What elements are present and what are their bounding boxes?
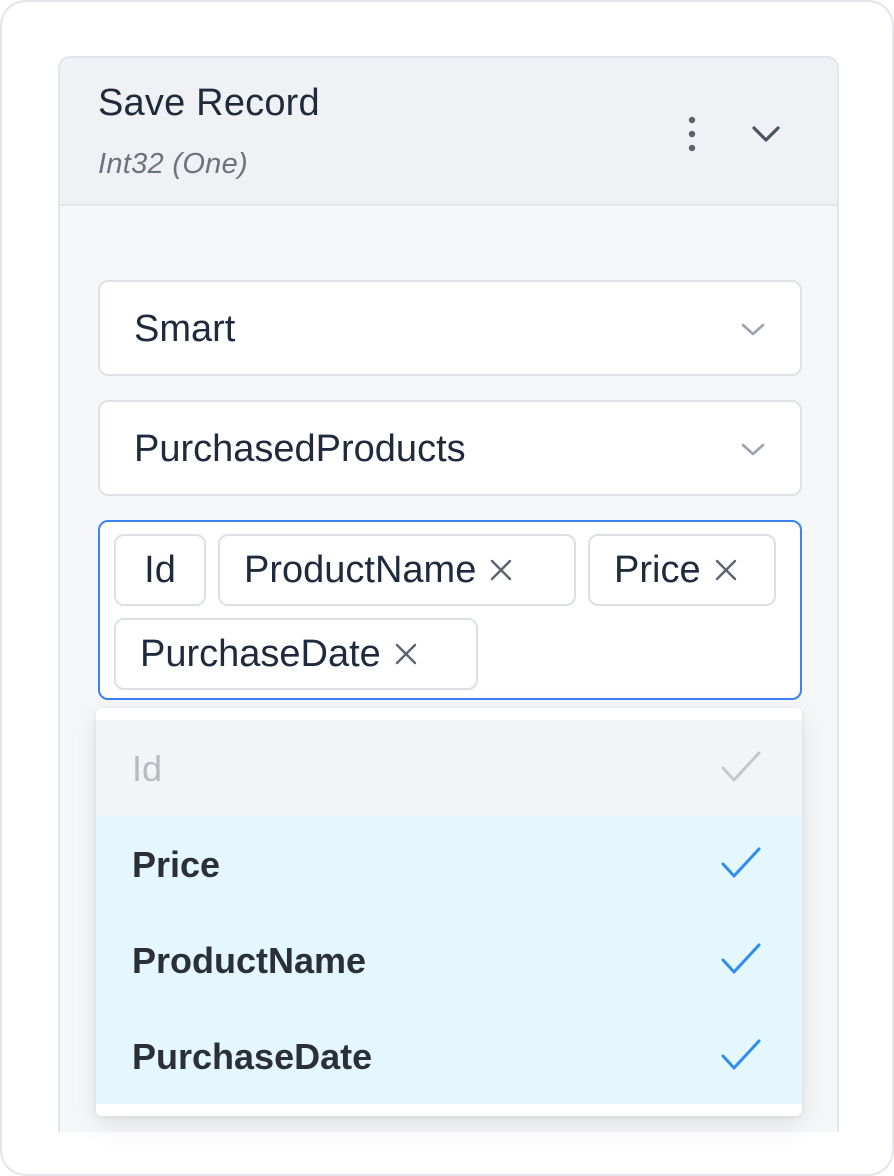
option-label: Price (132, 844, 221, 885)
field-tag-label: PurchaseDate (140, 632, 381, 675)
fields-dropdown-menu: Id Price ProductName PurchaseDate (96, 708, 802, 1116)
dropdown-option-id: Id (96, 720, 802, 816)
close-icon[interactable] (488, 557, 514, 583)
chevron-down-icon (741, 443, 765, 456)
dropdown-footer-spacer (96, 1104, 802, 1116)
collapse-button[interactable] (742, 110, 790, 158)
field-tag-price: Price (588, 534, 776, 606)
close-icon[interactable] (393, 641, 419, 667)
field-tag-label: Price (614, 548, 701, 591)
dropdown-option-price[interactable]: Price (96, 816, 802, 912)
field-tag-purchasedate: PurchaseDate (114, 618, 478, 690)
table-select-value: PurchasedProducts (134, 428, 466, 470)
chevron-down-icon (741, 323, 765, 336)
more-vertical-icon (688, 116, 696, 152)
node-subtitle: Int32 (One) (98, 148, 248, 180)
app-frame: Save Record Int32 (One) Smart PurchasedP… (0, 0, 894, 1176)
more-options-button[interactable] (672, 110, 712, 158)
check-icon (721, 751, 761, 782)
field-tag-id: Id (114, 534, 206, 606)
dropdown-option-productname[interactable]: ProductName (96, 912, 802, 1008)
mode-select-value: Smart (134, 308, 236, 350)
option-label: PurchaseDate (132, 1036, 373, 1077)
option-label: ProductName (132, 940, 367, 981)
fields-multiselect[interactable]: Id ProductName Price PurchaseDate (98, 520, 802, 700)
mode-select[interactable]: Smart (98, 280, 802, 376)
dropdown-option-purchasedate[interactable]: PurchaseDate (96, 1008, 802, 1104)
check-icon (721, 1039, 761, 1070)
check-icon (721, 847, 761, 878)
close-icon[interactable] (713, 557, 739, 583)
check-icon (721, 943, 761, 974)
node-header: Save Record Int32 (One) (60, 58, 837, 206)
field-tag-label: ProductName (244, 548, 477, 591)
field-tag-label: Id (144, 548, 176, 591)
chevron-down-icon (752, 126, 780, 142)
option-label: Id (132, 748, 163, 789)
field-tag-productname: ProductName (218, 534, 576, 606)
table-select[interactable]: PurchasedProducts (98, 400, 802, 496)
node-title: Save Record (98, 82, 320, 124)
